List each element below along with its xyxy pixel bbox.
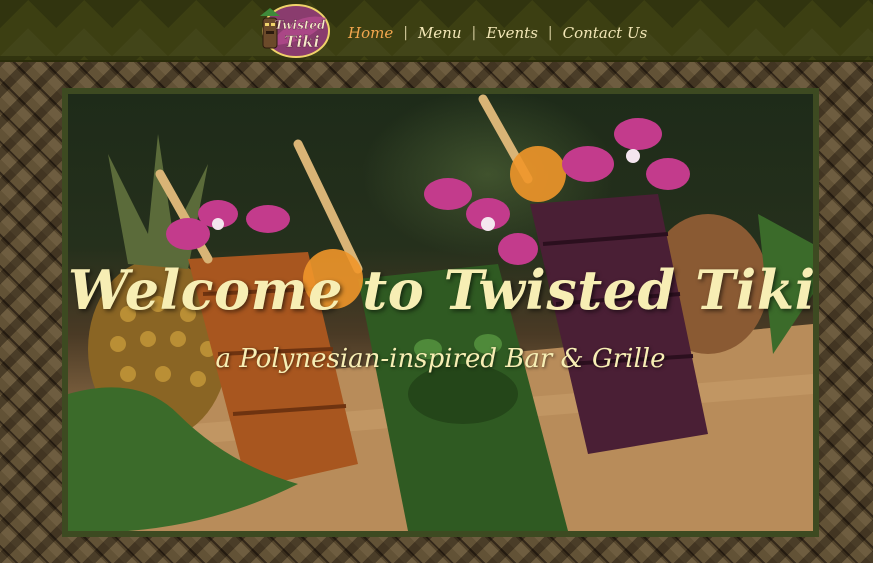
nav-contact-us[interactable]: Contact Us <box>563 24 648 42</box>
nav-separator: | <box>547 25 553 41</box>
svg-text:Twisted: Twisted <box>275 18 326 32</box>
nav-separator: | <box>471 25 477 41</box>
nav-home[interactable]: Home <box>348 24 393 42</box>
hero-title: Welcome to Twisted Tiki! <box>68 258 813 322</box>
nav-separator: | <box>403 25 408 41</box>
hero-subtitle: a Polynesian-inspired Bar & Grille <box>215 344 666 374</box>
site-logo[interactable]: Twisted Tiki <box>256 2 332 60</box>
nav-menu[interactable]: Menu <box>418 24 462 42</box>
nav-events[interactable]: Events <box>486 24 538 42</box>
hero-frame: Welcome to Twisted Tiki! a Polynesian-in… <box>62 88 819 537</box>
main-nav: Home | Menu | Events | Contact Us <box>348 22 647 44</box>
hero-banner: Welcome to Twisted Tiki! a Polynesian-in… <box>68 94 813 531</box>
svg-text:Tiki: Tiki <box>284 32 319 51</box>
site-header: Twisted Tiki Home | Menu | Events | Cont… <box>0 0 873 62</box>
